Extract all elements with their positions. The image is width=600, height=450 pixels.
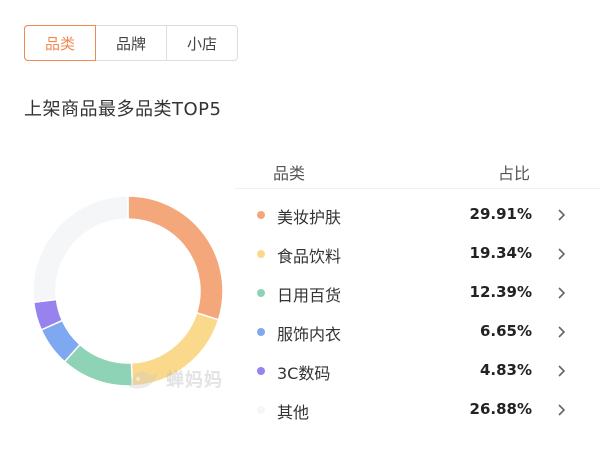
category-list: 美妆护肤 29.91% 食品饮料 19.34% 日用百货 12.39% 服饰内衣… <box>235 196 600 430</box>
list-item[interactable]: 3C数码 4.83% <box>235 352 600 391</box>
tab-category[interactable]: 品类 <box>24 25 96 61</box>
donut-chart-svg <box>32 195 224 387</box>
category-share: 26.88% <box>469 400 532 418</box>
category-label: 服饰内衣 <box>277 325 342 344</box>
section-title: 上架商品最多品类TOP5 <box>24 99 222 120</box>
category-label: 3C数码 <box>277 364 331 383</box>
list-item[interactable]: 美妆护肤 29.91% <box>235 196 600 235</box>
donut-slice-6[interactable] <box>32 195 129 304</box>
header-category: 品类 <box>273 164 306 183</box>
legend-dot <box>257 406 265 414</box>
list-item[interactable]: 日用百货 12.39% <box>235 274 600 313</box>
chevron-right-icon <box>558 326 566 338</box>
chevron-right-icon <box>558 365 566 377</box>
legend-dot <box>257 250 265 258</box>
legend-dot <box>257 211 265 219</box>
list-item[interactable]: 服饰内衣 6.65% <box>235 313 600 352</box>
donut-chart <box>30 193 226 389</box>
category-label: 日用百货 <box>277 286 342 305</box>
category-tabs: 品类 品牌 小店 <box>24 25 238 61</box>
table-header: 品类 占比 <box>235 150 600 189</box>
category-label: 食品饮料 <box>277 247 342 266</box>
legend-dot <box>257 328 265 336</box>
tab-store[interactable]: 小店 <box>167 26 237 60</box>
legend-dot <box>257 289 265 297</box>
donut-slice-1[interactable] <box>127 195 224 321</box>
category-label: 美妆护肤 <box>277 208 342 227</box>
watermark-text: 蝉妈妈 <box>166 370 223 391</box>
watermark: 蝉妈妈 <box>126 366 223 392</box>
legend-dot <box>257 367 265 375</box>
chanmama-logo-icon <box>129 371 158 389</box>
tab-brand[interactable]: 品牌 <box>96 26 167 60</box>
chevron-right-icon <box>558 404 566 416</box>
chevron-right-icon <box>558 209 566 221</box>
category-share: 19.34% <box>469 244 532 262</box>
category-share: 4.83% <box>479 361 532 379</box>
list-item[interactable]: 食品饮料 19.34% <box>235 235 600 274</box>
header-share: 占比 <box>498 164 531 183</box>
category-label: 其他 <box>277 403 310 422</box>
list-item[interactable]: 其他 26.88% <box>235 391 600 430</box>
chevron-right-icon <box>558 248 566 260</box>
chevron-right-icon <box>558 287 566 299</box>
category-share: 12.39% <box>469 283 532 301</box>
category-share: 29.91% <box>469 205 532 223</box>
category-share: 6.65% <box>479 322 532 340</box>
